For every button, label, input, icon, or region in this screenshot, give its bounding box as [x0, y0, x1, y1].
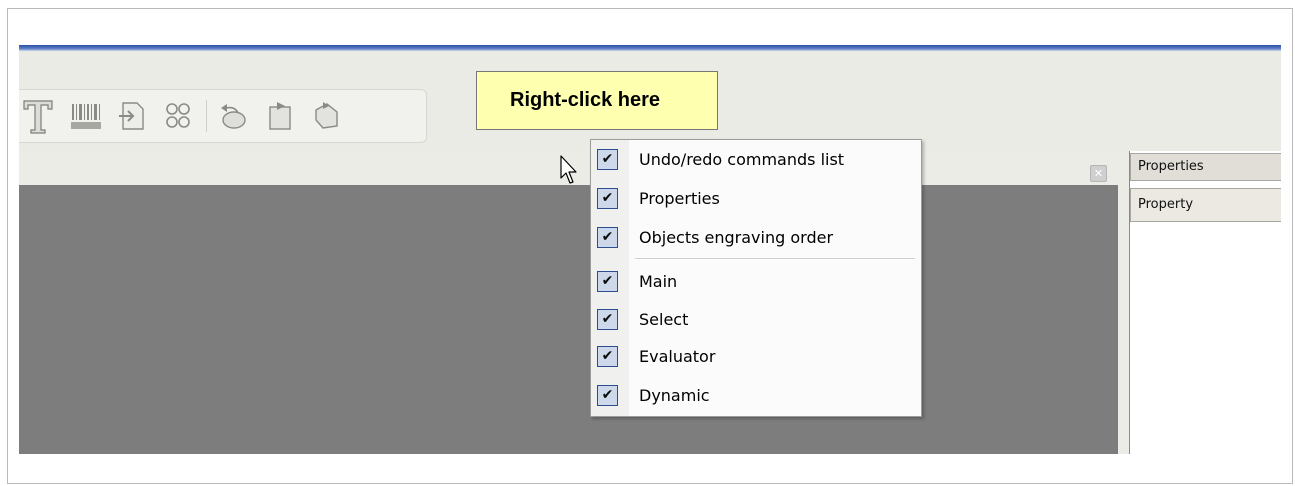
menu-item-label: Dynamic — [639, 386, 710, 405]
menu-item-label: Select — [639, 310, 689, 329]
menu-item-label: Evaluator — [639, 347, 716, 366]
menu-item-label: Objects engraving order — [639, 228, 834, 247]
menu-item-label: Properties — [639, 189, 720, 208]
menu-item-main[interactable]: ✔ Main — [591, 263, 921, 301]
barcode-icon[interactable] — [67, 96, 105, 136]
right-click-callout: Right-click here — [476, 71, 718, 130]
import-icon[interactable] — [113, 96, 151, 136]
new-object-icon[interactable] — [261, 96, 299, 136]
tag-icon[interactable] — [307, 96, 345, 136]
close-icon[interactable]: ✕ — [1090, 165, 1107, 182]
properties-panel: Properties Property — [1129, 151, 1281, 454]
mouse-pointer-icon — [560, 155, 580, 189]
properties-panel-title[interactable]: Properties — [1130, 153, 1281, 181]
checkbox-checked-icon[interactable]: ✔ — [597, 188, 618, 209]
menu-separator — [635, 258, 915, 260]
text-tool-icon[interactable] — [19, 96, 57, 136]
toolbar-separator — [206, 100, 207, 132]
drawing-canvas[interactable] — [19, 185, 1118, 454]
menu-item-undo-redo-list[interactable]: ✔ Undo/redo commands list — [591, 141, 921, 179]
checkbox-checked-icon[interactable]: ✔ — [597, 149, 618, 170]
checkbox-checked-icon[interactable]: ✔ — [597, 346, 618, 367]
main-toolbar[interactable] — [19, 89, 427, 143]
menu-item-label: Undo/redo commands list — [639, 150, 845, 169]
property-column-header[interactable]: Property — [1130, 188, 1281, 222]
context-menu: ✔ Undo/redo commands list ✔ Properties ✔… — [590, 139, 922, 417]
checkbox-checked-icon[interactable]: ✔ — [597, 227, 618, 248]
checkbox-checked-icon[interactable]: ✔ — [597, 309, 618, 330]
checkbox-checked-icon[interactable]: ✔ — [597, 385, 618, 406]
menu-item-dynamic[interactable]: ✔ Dynamic — [591, 377, 921, 415]
menu-item-label: Main — [639, 272, 678, 291]
undo-icon[interactable] — [213, 96, 251, 136]
menu-item-evaluator[interactable]: ✔ Evaluator — [591, 338, 921, 376]
links-icon[interactable] — [159, 96, 197, 136]
menu-item-properties[interactable]: ✔ Properties — [591, 180, 921, 218]
menu-item-select[interactable]: ✔ Select — [591, 301, 921, 339]
checkbox-checked-icon[interactable]: ✔ — [597, 271, 618, 292]
menu-item-engraving-order[interactable]: ✔ Objects engraving order — [591, 219, 921, 257]
